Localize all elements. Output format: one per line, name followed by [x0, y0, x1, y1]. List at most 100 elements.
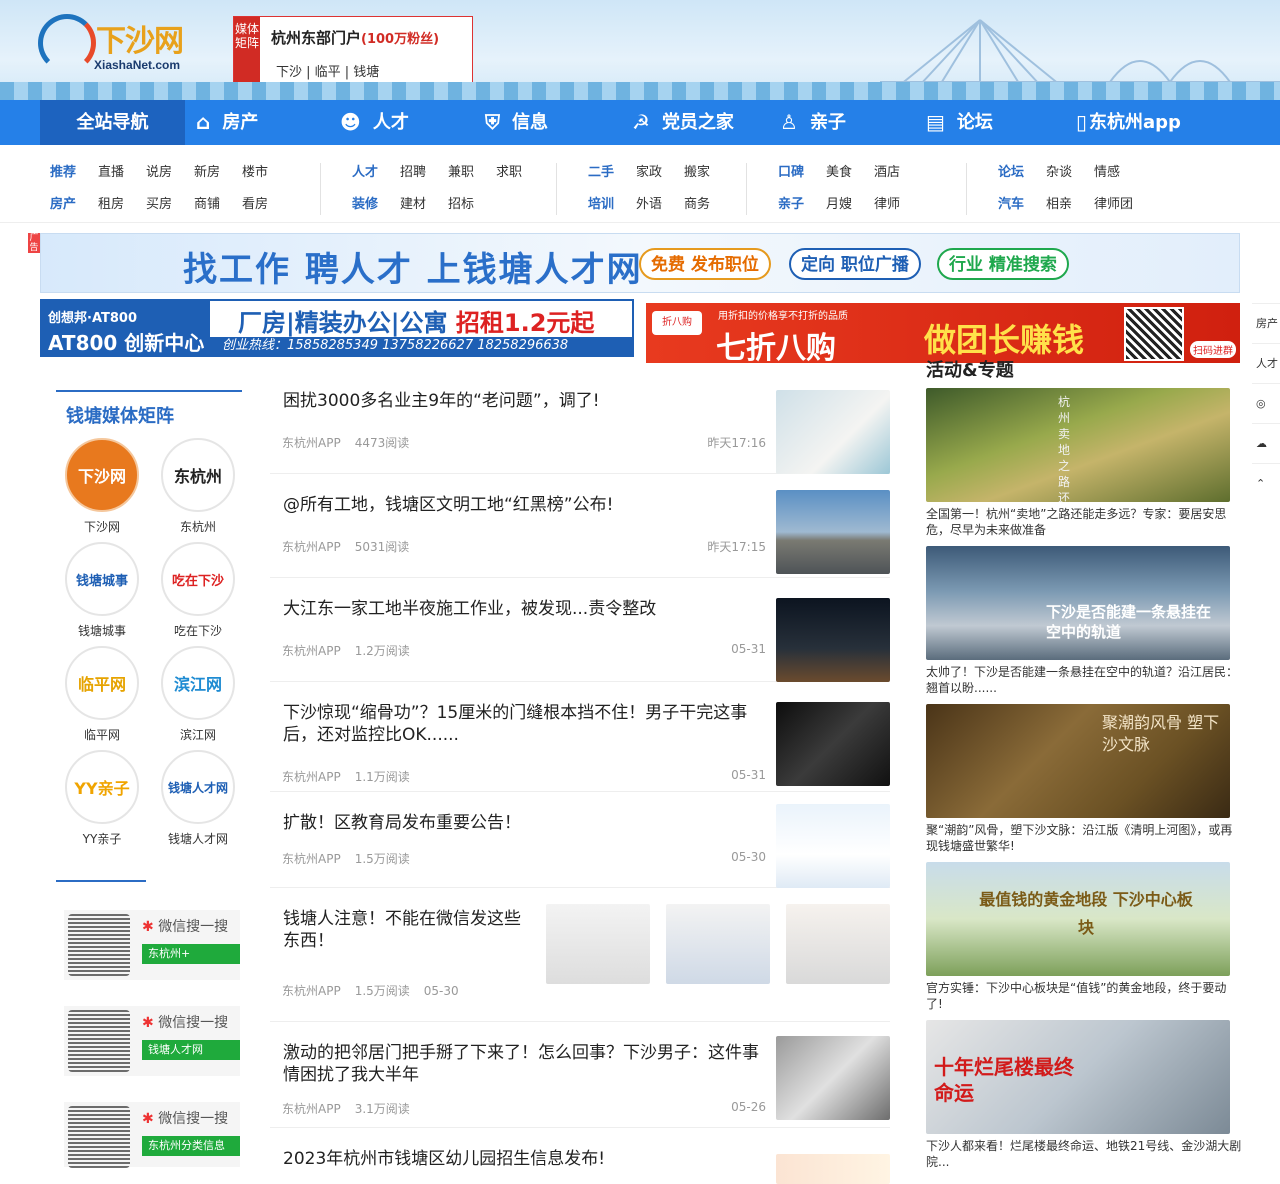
- ad-banner-talent[interactable]: 找工作 聘人才 上钱塘人才网 免费 发布职位 定向 职位广播 行业 精准搜索: [40, 233, 1240, 293]
- wechat-search-card[interactable]: ✱ 微信搜一搜 东杭州分类信息: [64, 1102, 240, 1168]
- subnav-link[interactable]: 汽车: [998, 189, 1046, 221]
- wechat-icon[interactable]: ☁: [1252, 423, 1280, 463]
- media-portal-box[interactable]: 媒体矩阵 杭州东部门户(100万粉丝) 下沙 | 临平 | 钱塘: [233, 16, 473, 84]
- article-item[interactable]: 扩散！区教育局发布重要公告！ 东杭州APP 1.5万阅读 05-30: [270, 802, 890, 888]
- article-meta: 东杭州APP 1.5万阅读 05-30: [282, 984, 459, 998]
- subnav-link[interactable]: 家政: [636, 157, 684, 189]
- nav-talent[interactable]: ☻ 人才: [340, 100, 409, 145]
- activity-image[interactable]: 最值钱的黄金地段 下沙中心板块: [926, 862, 1230, 976]
- media-item[interactable]: 吃在下沙 吃在下沙: [158, 542, 238, 639]
- subnav-link[interactable]: 外语: [636, 189, 684, 221]
- media-item[interactable]: 东杭州 东杭州: [158, 438, 238, 535]
- article-item[interactable]: 激动的把邻居门把手掰了下来了！怎么回事？下沙男子：这件事情困扰了我大半年 东杭州…: [270, 1032, 890, 1128]
- subnav-link[interactable]: 相亲: [1046, 189, 1094, 221]
- subnav-link[interactable]: 论坛: [998, 157, 1046, 189]
- subnav-link[interactable]: 看房: [242, 189, 290, 221]
- nav-party[interactable]: ☭ 党员之家: [632, 100, 734, 145]
- activity-image[interactable]: 聚潮韵风骨 塑下沙文脉: [926, 704, 1230, 818]
- subnav-link[interactable]: 推荐: [50, 157, 98, 189]
- article-thumbnail[interactable]: [776, 598, 890, 682]
- float-house[interactable]: 房产: [1252, 303, 1280, 343]
- subnav-link[interactable]: 说房: [146, 157, 194, 189]
- subnav-link[interactable]: 搬家: [684, 157, 732, 189]
- subnav-link[interactable]: 情感: [1094, 157, 1142, 189]
- subnav-link[interactable]: 楼市: [242, 157, 290, 189]
- ad-banner-at800[interactable]: 创想邦·AT800 AT800 创新中心 厂房|精装办公|公寓 招租1.2元起 …: [40, 299, 634, 357]
- article-thumbnail[interactable]: [776, 804, 890, 888]
- article-title[interactable]: 下沙惊现“缩骨功”？15厘米的门缝根本挡不住！男子干完这事后，还对监控比OK..…: [283, 702, 763, 746]
- ad-banner-zheba[interactable]: 折八购 用折扣的价格享不打折的品质 七折八购 做团长赚钱 扫码进群: [646, 303, 1240, 363]
- activity-image[interactable]: 杭州卖地之路还能走多远: [926, 388, 1230, 502]
- wechat-search-card[interactable]: ✱ 微信搜一搜 钱塘人才网: [64, 1006, 240, 1076]
- nav-info[interactable]: ⛨ 信息: [485, 100, 548, 145]
- activity-caption[interactable]: 下沙人都来看！烂尾楼最终命运、地铁21号线、金沙湖大剧院...: [926, 1138, 1242, 1170]
- activity-caption[interactable]: 太帅了！下沙是否能建一条悬挂在空中的轨道？沿江居民：翘首以盼......: [926, 664, 1242, 696]
- subnav-link[interactable]: 买房: [146, 189, 194, 221]
- subnav-link[interactable]: 建材: [400, 189, 448, 221]
- article-item[interactable]: 下沙惊现“缩骨功”？15厘米的门缝根本挡不住！男子干完这事后，还对监控比OK..…: [270, 692, 890, 792]
- subnav-link[interactable]: 商务: [684, 189, 732, 221]
- article-thumbnail[interactable]: [776, 490, 890, 574]
- article-thumbnail[interactable]: [776, 1154, 890, 1184]
- article-thumbnail[interactable]: [666, 904, 770, 984]
- media-item[interactable]: 下沙网 下沙网: [62, 438, 142, 535]
- subnav-link[interactable]: 律师团: [1094, 189, 1142, 221]
- media-item[interactable]: YY亲子 YY亲子: [62, 750, 142, 847]
- media-item[interactable]: 钱塘人才网 钱塘人才网: [158, 750, 238, 847]
- nav-all-sites[interactable]: 全站导航: [40, 100, 185, 145]
- subnav-link[interactable]: 兼职: [448, 157, 496, 189]
- article-title[interactable]: 钱塘人注意！不能在微信发这些东西！: [283, 908, 523, 952]
- subnav-link[interactable]: 求职: [496, 157, 544, 189]
- subnav-link[interactable]: 直播: [98, 157, 146, 189]
- article-thumbnail[interactable]: [546, 904, 650, 984]
- subnav-link[interactable]: 招聘: [400, 157, 448, 189]
- subnav-link[interactable]: 杂谈: [1046, 157, 1094, 189]
- nav-app[interactable]: ▯ 东杭州app: [1076, 100, 1181, 145]
- subnav-link[interactable]: 酒店: [874, 157, 922, 189]
- subnav-link[interactable]: 租房: [98, 189, 146, 221]
- article-title[interactable]: 困扰3000多名业主9年的“老问题”，调了!: [283, 390, 763, 412]
- subnav-link[interactable]: 培训: [588, 189, 636, 221]
- subnav-link[interactable]: 人才: [352, 157, 400, 189]
- subnav-link[interactable]: 房产: [50, 189, 98, 221]
- activity-image[interactable]: 下沙是否能建一条悬挂在空中的轨道: [926, 546, 1230, 660]
- activity-caption[interactable]: 官方实锤：下沙中心板块是“值钱”的黄金地段，终于要动了!: [926, 980, 1242, 1012]
- article-item[interactable]: 2023年杭州市钱塘区幼儿园招生信息发布!: [270, 1138, 890, 1184]
- article-title[interactable]: 大江东一家工地半夜施工作业，被发现...责令整改: [283, 598, 763, 620]
- activity-caption[interactable]: 聚“潮韵”风骨，塑下沙文脉：沿江版《清明上河图》，或再现钱塘盛世繁华!: [926, 822, 1242, 854]
- media-item[interactable]: 钱塘城事 钱塘城事: [62, 542, 142, 639]
- site-logo[interactable]: 下沙网 XiashaNet.com: [38, 10, 208, 80]
- activity-caption[interactable]: 全国第一！杭州“卖地”之路还能走多远？专家：要居安思危，尽早为未来做准备: [926, 506, 1242, 538]
- article-thumbnail[interactable]: [786, 904, 890, 984]
- subnav-link[interactable]: 美食: [826, 157, 874, 189]
- back-to-top-icon[interactable]: ⌃: [1252, 463, 1280, 503]
- subnav-link[interactable]: 二手: [588, 157, 636, 189]
- wechat-search-card[interactable]: ✱ 微信搜一搜 东杭州+: [64, 910, 240, 980]
- article-item[interactable]: 钱塘人注意！不能在微信发这些东西！ 东杭州APP 1.5万阅读 05-30: [270, 898, 890, 1022]
- nav-forum[interactable]: ▤ 论坛: [926, 100, 993, 145]
- activity-image[interactable]: 十年烂尾楼最终命运: [926, 1020, 1230, 1134]
- subnav-link[interactable]: 亲子: [778, 189, 826, 221]
- article-title[interactable]: @所有工地，钱塘区文明工地“红黑榜”公布!: [283, 494, 763, 516]
- article-item[interactable]: 困扰3000多名业主9年的“老问题”，调了! 东杭州APP 4473阅读 昨天17…: [270, 380, 890, 474]
- article-item[interactable]: @所有工地，钱塘区文明工地“红黑榜”公布! 东杭州APP 5031阅读 昨天17:…: [270, 484, 890, 578]
- media-item[interactable]: 滨江网 滨江网: [158, 646, 238, 743]
- media-item[interactable]: 临平网 临平网: [62, 646, 142, 743]
- subnav-link[interactable]: 月嫂: [826, 189, 874, 221]
- article-thumbnail[interactable]: [776, 702, 890, 786]
- nav-family[interactable]: ♙ 亲子: [780, 100, 846, 145]
- subnav-link[interactable]: 新房: [194, 157, 242, 189]
- article-title[interactable]: 激动的把邻居门把手掰了下来了！怎么回事？下沙男子：这件事情困扰了我大半年: [283, 1042, 763, 1086]
- subnav-link[interactable]: 商铺: [194, 189, 242, 221]
- article-title[interactable]: 扩散！区教育局发布重要公告！: [283, 812, 763, 834]
- subnav-link[interactable]: 口碑: [778, 157, 826, 189]
- float-talent[interactable]: 人才: [1252, 343, 1280, 383]
- subnav-link[interactable]: 律师: [874, 189, 922, 221]
- article-thumbnail[interactable]: [776, 1036, 890, 1120]
- subnav-link[interactable]: 装修: [352, 189, 400, 221]
- article-thumbnail[interactable]: [776, 390, 890, 474]
- subnav-link[interactable]: 招标: [448, 189, 496, 221]
- nav-house[interactable]: ⌂ 房产: [196, 100, 258, 145]
- weibo-icon[interactable]: ◎: [1252, 383, 1280, 423]
- article-item[interactable]: 大江东一家工地半夜施工作业，被发现...责令整改 东杭州APP 1.2万阅读 05…: [270, 588, 890, 682]
